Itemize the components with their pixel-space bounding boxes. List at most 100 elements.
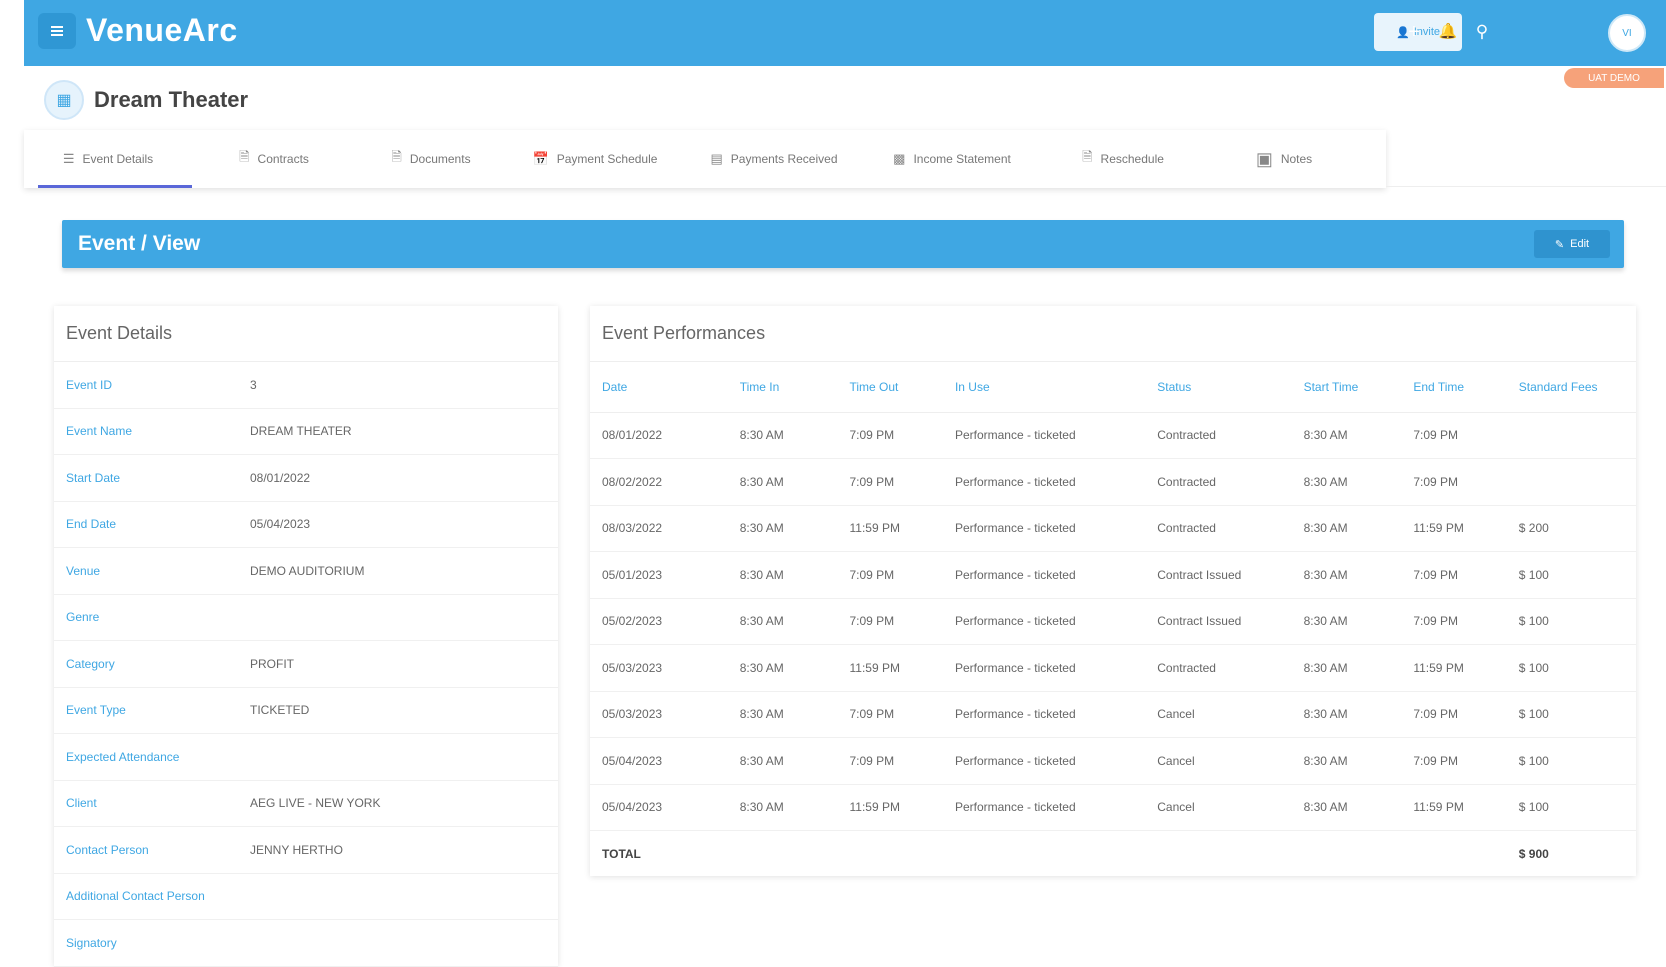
table-cell: Contract Issued — [1145, 598, 1292, 645]
table-cell: 08/02/2022 — [590, 458, 728, 506]
table-cell: 11:59 PM — [1401, 644, 1507, 692]
brand-logo[interactable]: VenueArc — [86, 12, 238, 49]
detail-value: 3 — [250, 377, 257, 392]
tab-bar: ☰ Event Details 🗎 Contracts 🗎 Documents … — [24, 130, 1386, 188]
view-title-bar: Event / View ✎ Edit — [62, 220, 1624, 268]
tab-notes[interactable]: ▣ Notes — [1206, 130, 1362, 188]
avatar[interactable]: VI — [1608, 14, 1646, 52]
table-cell: 8:30 AM — [727, 505, 838, 552]
tab-label: Income Statement — [913, 152, 1011, 166]
tab-event-details[interactable]: ☰ Event Details — [24, 130, 192, 188]
table-row: 05/04/2023 8:30 AM 11:59 PM Performance - t… — [590, 784, 1636, 831]
table-cell: Performance - ticketed — [942, 505, 1146, 552]
event-details-title: Event Details — [54, 306, 558, 362]
table-cell: 05/01/2023 — [590, 551, 728, 599]
table-cell: Cancel — [1145, 737, 1292, 785]
detail-row: Start Date 08/01/2022 — [54, 455, 558, 502]
detail-label: Additional Contact Person — [66, 889, 205, 904]
detail-row: Genre — [54, 595, 558, 641]
detail-row: Category PROFIT — [54, 641, 558, 688]
detail-row: Event Type TICKETED — [54, 688, 558, 734]
table-cell: 7:09 PM — [837, 598, 943, 645]
table-cell — [1506, 412, 1636, 459]
performances-table: Date Time In Time Out In Use Status Start Tim… — [590, 362, 1636, 877]
table-cell: 8:30 AM — [1291, 412, 1402, 459]
column-header[interactable]: In Use — [942, 362, 1146, 413]
tab-documents[interactable]: 🗎 Documents — [356, 130, 506, 188]
notes-icon: ▣ — [1255, 148, 1273, 169]
edit-icon: ✎ — [1554, 238, 1565, 251]
payment-icon: ▤ — [710, 151, 723, 166]
table-cell: $ 100 — [1506, 737, 1636, 785]
table-cell: 7:09 PM — [1401, 458, 1507, 506]
search-icon[interactable]: ⚲ — [1470, 20, 1494, 44]
column-header[interactable]: Start Time — [1291, 362, 1402, 413]
tab-income-statement[interactable]: ▩ Income Statement — [864, 130, 1040, 188]
table-cell: 8:30 AM — [1291, 505, 1402, 552]
table-row: 05/01/2023 8:30 AM 7:09 PM Performance - ti… — [590, 551, 1636, 599]
top-navbar: VenueArc 👤 Invite + 🔔 ⚲ VI — [24, 0, 1666, 66]
event-performances-title: Event Performances — [590, 306, 1636, 362]
menu-toggle-button[interactable] — [38, 13, 76, 49]
column-header[interactable]: Time In — [727, 362, 838, 413]
table-cell: 05/02/2023 — [590, 598, 728, 645]
table-cell: $ 200 — [1506, 505, 1636, 552]
plus-icon[interactable]: + — [1402, 20, 1426, 44]
column-header[interactable]: Time Out — [837, 362, 943, 413]
detail-row: Contact Person JENNY HERTHO — [54, 827, 558, 874]
document-icon: 🗎 — [391, 149, 402, 164]
column-header[interactable]: End Time — [1401, 362, 1507, 413]
detail-value: 05/04/2023 — [250, 517, 311, 532]
column-header[interactable]: Date — [590, 362, 728, 413]
detail-label: Expected Attendance — [66, 749, 180, 764]
detail-row: Event Name DREAM THEATER — [54, 409, 558, 455]
detail-label: Signatory — [66, 935, 117, 950]
tab-contracts[interactable]: 🗎 Contracts — [192, 130, 356, 188]
edit-label: Edit — [1570, 238, 1590, 250]
table-cell: Contracted — [1145, 505, 1292, 552]
table-cell: 8:30 AM — [1291, 551, 1402, 599]
detail-label: End Date — [66, 517, 117, 532]
table-row: 08/01/2022 8:30 AM 7:09 PM Performance - ti… — [590, 412, 1636, 459]
tab-reschedule[interactable]: 🗎 Reschedule — [1040, 130, 1206, 188]
tab-payment-schedule[interactable]: 📅 Payment Schedule — [506, 130, 684, 188]
table-cell: 8:30 AM — [1291, 784, 1402, 831]
detail-label: Client — [66, 796, 97, 811]
detail-value: JENNY HERTHO — [250, 842, 343, 857]
detail-row: Event ID 3 — [54, 362, 558, 409]
table-cell: 7:09 PM — [1401, 737, 1507, 785]
column-header[interactable]: Status — [1145, 362, 1292, 413]
detail-row: Additional Contact Person — [54, 874, 558, 920]
detail-value: DEMO AUDITORIUM — [250, 563, 365, 578]
table-cell: Performance - ticketed — [942, 784, 1146, 831]
table-cell: 08/01/2022 — [590, 412, 728, 459]
detail-label: Event ID — [66, 377, 113, 392]
table-cell: Performance - ticketed — [942, 551, 1146, 599]
event-details-list: Event ID 3 Event Name DREAM THEATER Start Da… — [54, 362, 558, 967]
tab-payments-received[interactable]: ▤ Payments Received — [684, 130, 864, 188]
edit-button[interactable]: ✎ Edit — [1534, 230, 1610, 258]
total-label: TOTAL — [602, 847, 641, 861]
table-cell: 8:30 AM — [1291, 458, 1402, 506]
table-cell: 7:09 PM — [837, 551, 943, 599]
table-cell: 8:30 AM — [1291, 691, 1402, 738]
table-cell: 11:59 PM — [1401, 784, 1507, 831]
table-cell: 11:59 PM — [837, 644, 943, 692]
tab-label: Contracts — [257, 152, 309, 166]
bell-icon[interactable]: 🔔 — [1436, 20, 1460, 44]
detail-value: 08/01/2022 — [250, 470, 311, 485]
tab-label: Documents — [409, 152, 471, 166]
detail-row: End Date 05/04/2023 — [54, 502, 558, 548]
table-cell: Performance - ticketed — [942, 691, 1146, 738]
column-header[interactable]: Standard Fees — [1506, 362, 1636, 413]
table-cell: 8:30 AM — [727, 412, 838, 459]
tab-label: Payments Received — [730, 152, 838, 166]
table-cell: 8:30 AM — [727, 598, 838, 645]
table-cell: Performance - ticketed — [942, 412, 1146, 459]
table-row: 08/03/2022 8:30 AM 11:59 PM Performance - t… — [590, 505, 1636, 552]
table-cell: $ 100 — [1506, 551, 1636, 599]
detail-label: Genre — [66, 610, 100, 625]
table-cell: 11:59 PM — [837, 505, 943, 552]
table-header-row: Date Time In Time Out In Use Status Start Tim… — [590, 362, 1636, 413]
table-cell: 08/03/2022 — [590, 505, 728, 552]
